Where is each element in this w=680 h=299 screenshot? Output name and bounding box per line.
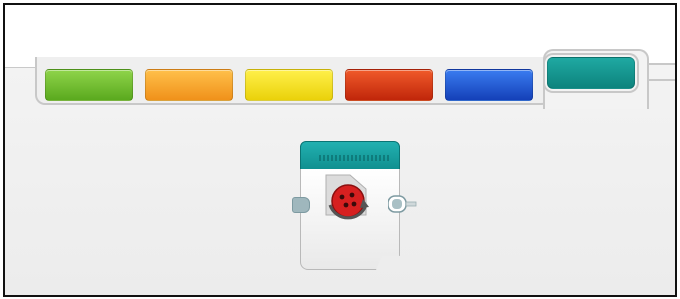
block-header-texture	[319, 155, 389, 161]
tab-data-operations[interactable]	[345, 69, 433, 101]
medium-motor-block[interactable]	[292, 139, 417, 271]
tab-action[interactable]	[45, 69, 133, 101]
tab-sensor[interactable]	[245, 69, 333, 101]
sequence-output-plug[interactable]	[388, 195, 418, 213]
motor-rotation-icon	[325, 174, 369, 220]
tab-flow-control[interactable]	[145, 69, 233, 101]
sequence-input-plug[interactable]	[292, 197, 310, 213]
programming-window	[3, 3, 677, 297]
tab-my-blocks[interactable]	[547, 57, 635, 89]
tab-advanced[interactable]	[445, 69, 533, 101]
block-header	[300, 141, 400, 171]
